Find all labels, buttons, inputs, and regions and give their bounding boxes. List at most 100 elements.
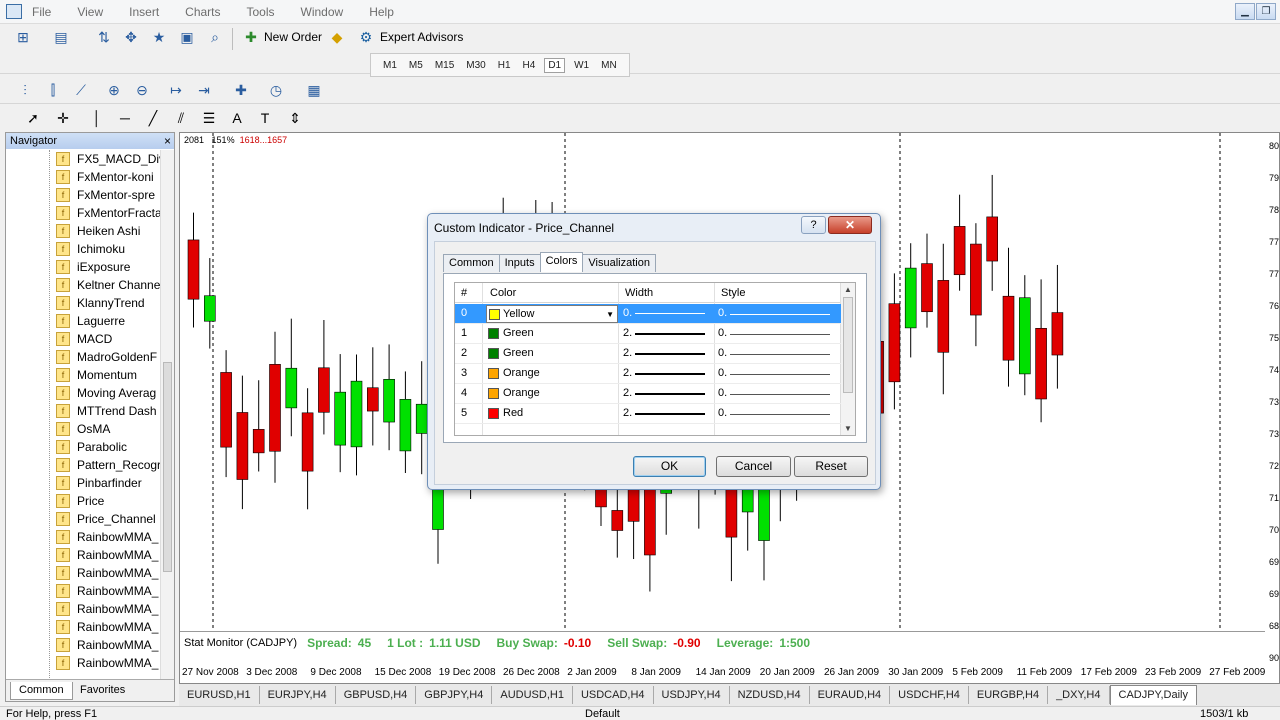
style-value[interactable]: 0. [718,327,727,339]
style-value[interactable]: 0. [718,387,727,399]
list-item[interactable]: f MTTrend Dash [56,402,157,420]
tab-colors[interactable]: Colors [539,252,584,272]
tab-visualization[interactable]: Visualization [582,254,656,272]
zoom-in-icon[interactable]: ⊕ [103,79,125,101]
list-item[interactable]: f Keltner Channe [56,276,160,294]
table-row[interactable]: 1 Green 2. 0. [455,324,841,344]
label-icon[interactable]: T [254,107,276,129]
expert-advisors-button[interactable]: Expert Advisors [380,30,463,44]
menu-file[interactable]: File [32,5,51,19]
table-scrollbar[interactable]: ▲ ▼ [840,283,855,435]
width-value[interactable]: 0. [623,307,632,319]
chart-tab[interactable]: AUDUSD,H1 [492,686,573,704]
list-item[interactable]: f RainbowMMA_ [56,528,158,546]
close-button[interactable]: ✕ [828,216,872,234]
reset-button[interactable]: Reset [794,456,868,477]
chart-tab[interactable]: CADJPY,Daily [1109,685,1197,705]
list-item[interactable]: f Heiken Ashi [56,222,140,240]
minimize-button[interactable]: ▁ [1235,3,1255,20]
scroll-down-icon[interactable]: ▼ [844,424,852,433]
cursor-icon[interactable]: ➚ [22,107,44,129]
bar-chart-icon[interactable]: ⫶ [14,79,36,101]
table-row[interactable]: 3 Orange 2. 0. [455,364,841,384]
navigator-icon[interactable]: ★ [148,26,170,48]
ok-button[interactable]: OK [633,456,706,477]
period-m5[interactable]: M5 [409,60,423,71]
style-value[interactable]: 0. [718,307,727,319]
crosshair-icon[interactable]: ✛ [52,107,74,129]
scroll-thumb[interactable] [163,362,172,572]
vertical-line-icon[interactable]: │ [86,107,108,129]
list-item[interactable]: f Pinbarfinder [56,474,142,492]
list-item[interactable]: f RainbowMMA_ [56,546,158,564]
tester-icon[interactable]: ⌕ [204,26,226,48]
list-item[interactable]: f Parabolic [56,438,127,456]
list-item[interactable]: f FX5_MACD_Div [56,150,162,168]
new-chart-icon[interactable]: ⊞ [12,26,34,48]
width-value[interactable]: 2. [623,327,632,339]
scroll-up-icon[interactable]: ▲ [844,285,852,294]
zoom-out-icon[interactable]: ⊖ [131,79,153,101]
list-item[interactable]: f FxMentor-koni [56,168,154,186]
period-d1[interactable]: D1 [544,57,566,73]
period-m15[interactable]: M15 [435,60,454,71]
table-row[interactable]: 0 Yellow ▼ 0. 0. [455,304,841,324]
list-item[interactable]: f iExposure [56,258,130,276]
chart-tab[interactable]: EURGBP,H4 [969,686,1049,704]
style-value[interactable]: 0. [718,367,727,379]
fibonacci-icon[interactable]: ☰ [198,107,220,129]
list-item[interactable]: f Price [56,492,104,510]
list-item[interactable]: f MACD [56,330,112,348]
width-value[interactable]: 2. [623,387,632,399]
list-item[interactable]: f FxMentorFracta [56,204,162,222]
list-item[interactable]: f Price_Channel [56,510,156,528]
menu-help[interactable]: Help [369,5,394,19]
list-item[interactable]: f Momentum [56,366,137,384]
periods-icon[interactable]: ◷ [265,79,287,101]
restore-button[interactable]: ❐ [1256,3,1276,20]
style-value[interactable]: 0. [718,407,727,419]
scroll-thumb[interactable] [843,297,853,393]
period-m30[interactable]: M30 [466,60,485,71]
tab-favorites[interactable]: Favorites [72,682,133,700]
channel-icon[interactable]: ⫽ [170,107,192,129]
chart-tab[interactable]: EURUSD,H1 [179,686,260,704]
chart-tab[interactable]: USDCHF,H4 [890,686,969,704]
auto-scroll-icon[interactable]: ↦ [165,79,187,101]
chart-tab[interactable]: EURJPY,H4 [260,686,336,704]
chart-tab[interactable]: USDCAD,H4 [573,686,654,704]
list-item[interactable]: f RainbowMMA_ [56,618,158,636]
candlestick-icon[interactable]: ⫿ [42,79,64,101]
period-m1[interactable]: M1 [383,60,397,71]
data-window-icon[interactable]: ✥ [120,26,142,48]
chart-shift-icon[interactable]: ⇥ [193,79,215,101]
templates-icon[interactable]: ▦ [303,79,325,101]
table-row[interactable]: 5 Red 2. 0. [455,404,841,424]
horizontal-line-icon[interactable]: ─ [114,107,136,129]
list-item[interactable]: f Ichimoku [56,240,125,258]
width-value[interactable]: 2. [623,347,632,359]
color-dropdown[interactable]: Yellow ▼ [486,305,618,323]
list-item[interactable]: f RainbowMMA_ [56,654,158,672]
cancel-button[interactable]: Cancel [716,456,791,477]
profiles-icon[interactable]: ▤ [50,26,72,48]
list-item[interactable]: f Pattern_Recogr [56,456,161,474]
menu-charts[interactable]: Charts [185,5,220,19]
chart-tab[interactable]: USDJPY,H4 [654,686,730,704]
list-item[interactable]: f Laguerre [56,312,125,330]
style-value[interactable]: 0. [718,347,727,359]
arrows-icon[interactable]: ⇕ [284,107,306,129]
list-item[interactable]: f RainbowMMA_ [56,636,158,654]
table-row[interactable]: 2 Green 2. 0. [455,344,841,364]
width-value[interactable]: 2. [623,367,632,379]
menu-window[interactable]: Window [301,5,344,19]
list-item[interactable]: f RainbowMMA_ [56,564,158,582]
list-item[interactable]: f RainbowMMA_ [56,582,158,600]
menu-insert[interactable]: Insert [129,5,159,19]
width-value[interactable]: 2. [623,407,632,419]
list-item[interactable]: f RainbowMMA_ [56,600,158,618]
period-mn[interactable]: MN [601,60,617,71]
trendline-icon[interactable]: ╱ [142,107,164,129]
text-icon[interactable]: A [226,107,248,129]
period-w1[interactable]: W1 [574,60,589,71]
